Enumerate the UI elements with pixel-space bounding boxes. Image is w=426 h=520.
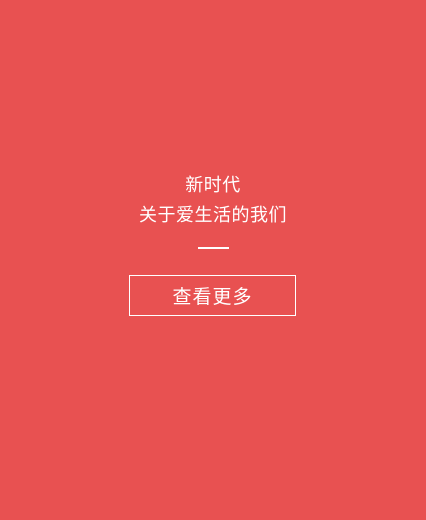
title-line-1: 新时代	[185, 175, 241, 196]
title-line-2: 关于爱生活的我们	[139, 205, 287, 226]
divider-line	[198, 247, 229, 249]
promo-panel: 新时代 关于爱生活的我们 查看更多	[0, 0, 426, 520]
panel-heading: 新时代 关于爱生活的我们	[0, 171, 426, 231]
view-more-button[interactable]: 查看更多	[129, 275, 296, 316]
